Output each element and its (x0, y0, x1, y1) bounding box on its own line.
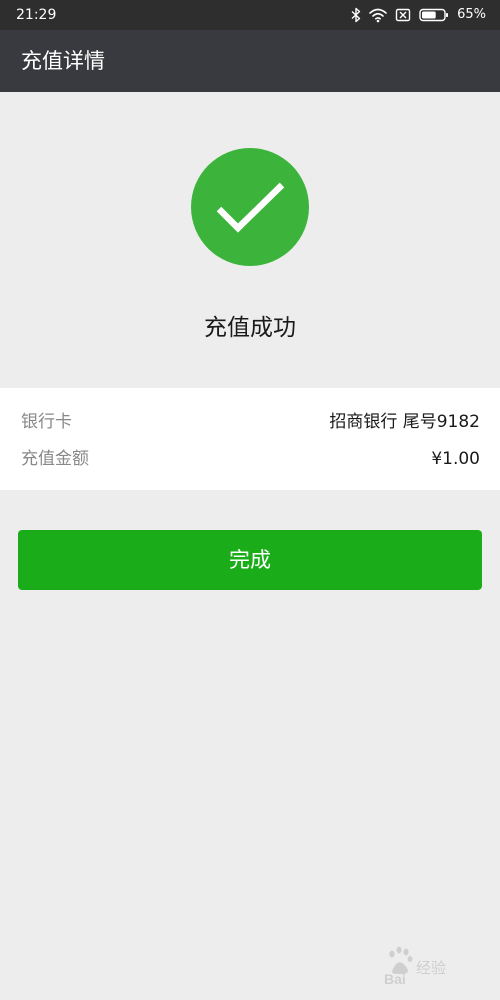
status-time: 21:29 (16, 7, 57, 23)
title-bar: 充值详情 (0, 30, 500, 92)
status-bar: 21:29 65% (0, 0, 500, 30)
detail-row-bank-card: 银行卡 招商银行 尾号9182 (21, 410, 480, 434)
details-card: 银行卡 招商银行 尾号9182 充值金额 ¥1.00 (0, 388, 500, 490)
battery-percent: 65% (457, 7, 486, 22)
bank-card-value: 招商银行 尾号9182 (329, 412, 480, 432)
svg-text:经验: 经验 (416, 959, 446, 977)
baidu-watermark-logo: Bai 经验 (382, 942, 478, 987)
done-button[interactable]: 完成 (18, 530, 482, 590)
battery-icon (419, 7, 449, 23)
wifi-icon (369, 7, 387, 23)
success-message: 充值成功 (204, 315, 296, 341)
status-icons: 65% (351, 6, 486, 24)
bank-card-label: 银行卡 (21, 412, 72, 432)
no-sim-icon (395, 7, 411, 23)
detail-row-amount: 充值金额 ¥1.00 (21, 447, 480, 471)
amount-value: ¥1.00 (431, 449, 480, 469)
amount-label: 充值金额 (21, 449, 89, 469)
bluetooth-icon (351, 7, 361, 23)
svg-text:Bai: Bai (384, 971, 406, 986)
page-title: 充值详情 (21, 49, 105, 73)
success-checkmark-icon (191, 148, 309, 266)
